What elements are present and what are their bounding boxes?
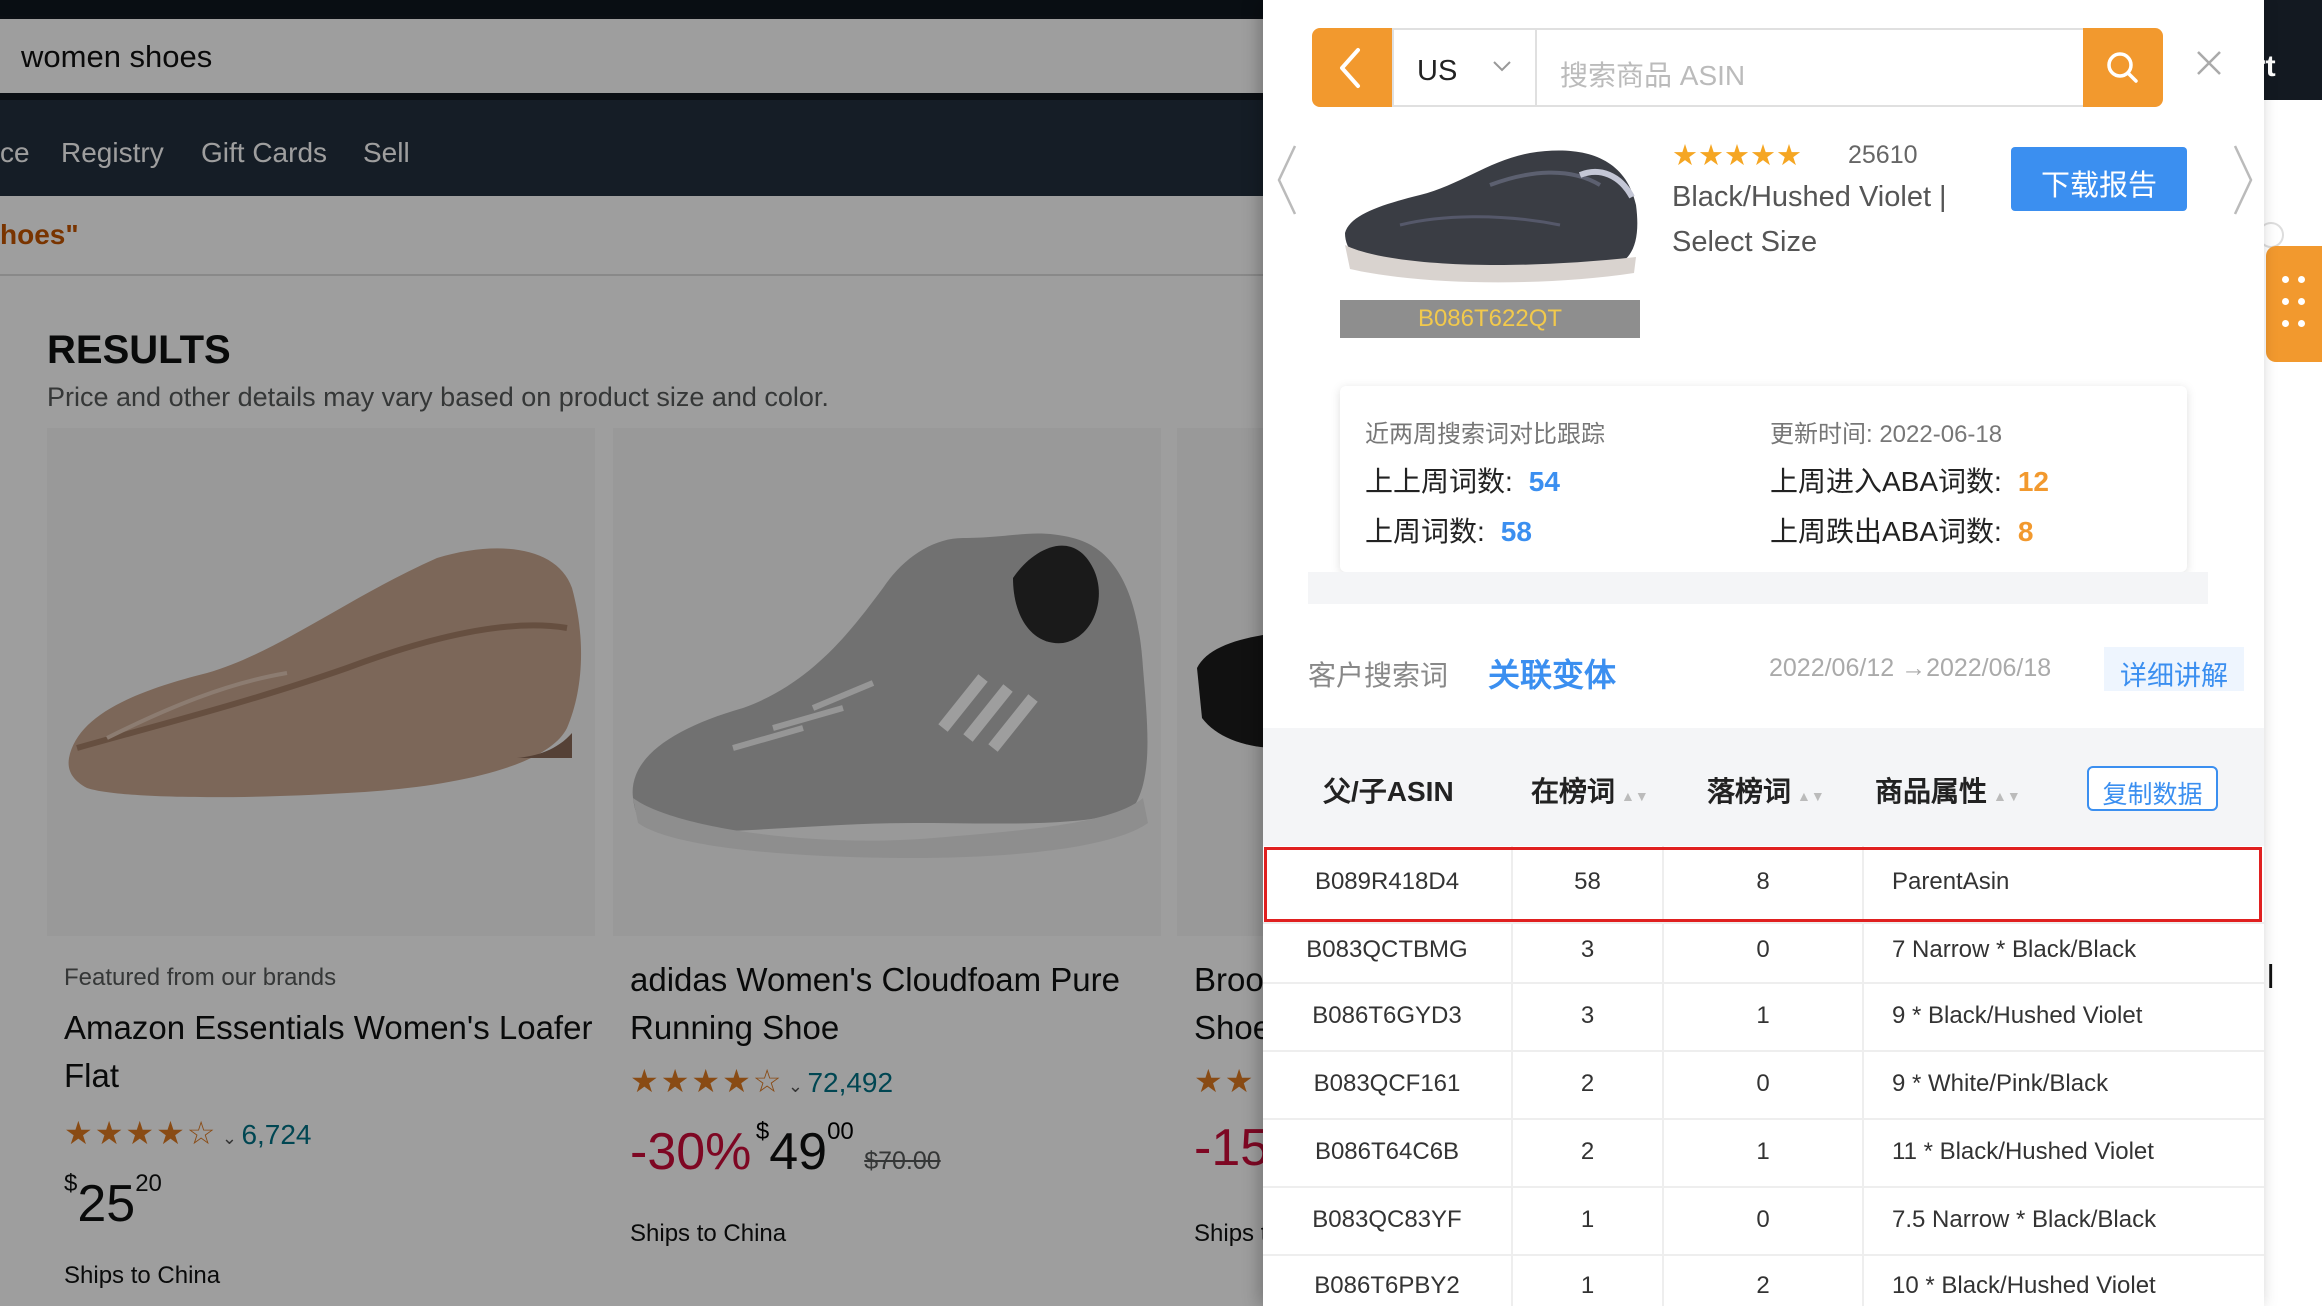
stat-value: 8 [2017,516,2034,547]
stat-value: 58 [1500,516,1532,547]
extension-drag-handle[interactable] [2266,246,2322,362]
chevron-left-icon[interactable] [1312,28,1392,107]
product-thumbnail[interactable] [1340,145,1640,300]
close-icon[interactable] [2194,48,2224,78]
chevron-down-icon[interactable] [1490,52,1514,82]
row-attribute: 11 * Black/Hushed Violet [1892,1138,2154,1165]
stat-label: 上周进入ABA词数: [1770,466,2002,497]
column-header-label: 在榜词 [1531,776,1616,807]
row-asin[interactable]: B089R418D4 [1263,868,1511,896]
sort-icon[interactable]: ▲▼ [1993,788,2021,804]
chevron-left-icon[interactable] [1271,140,1301,220]
row-ranked-count: 2 [1580,1138,1595,1165]
table-row[interactable]: B083QCF161 2 0 9 * White/Pink/Black [1263,1052,2264,1120]
stat-last-week: 上周词数: 58 [1365,510,1532,550]
stat-prev-prev-week: 上上周词数: 54 [1365,460,1560,500]
row-ranked-count: 1 [1580,1272,1595,1299]
stat-entered-aba: 上周进入ABA词数: 12 [1770,460,2049,500]
row-asin[interactable]: B086T6GYD3 [1263,1002,1511,1030]
chevron-right-icon[interactable] [2229,140,2259,220]
row-ranked-count: 3 [1580,936,1595,963]
tab-customer-search-terms[interactable]: 客户搜索词 [1308,654,1448,694]
page-right-edge: rt l [2254,0,2322,1306]
search-button[interactable] [2083,28,2163,107]
row-attribute: ParentAsin [1892,868,2010,895]
column-header-asin[interactable]: 父/子ASIN [1323,770,1454,810]
grip-dots-icon[interactable] [2282,276,2308,332]
row-attribute: 9 * Black/Hushed Violet [1892,1002,2143,1029]
table-row[interactable]: B086T64C6B 2 1 11 * Black/Hushed Violet [1263,1120,2264,1188]
table-row[interactable]: B083QCTBMG 3 0 7 Narrow * Black/Black [1263,924,2264,984]
product-variant-name: Black/Hushed Violet | Select Size [1672,175,1972,265]
table-row[interactable]: B089R418D4 58 8 ParentAsin [1263,846,2264,924]
row-ranked-count: 58 [1574,868,1601,895]
panel-tabs: 客户搜索词 关联变体 2022/06/12 →2022/06/18 详细讲解 [1308,647,2244,700]
column-header-dropped[interactable]: 落榜词 ▲▼ [1707,770,1825,810]
stat-label: 上周词数: [1365,516,1485,547]
product-name-line: Select Size [1672,226,1818,258]
stats-card-footer [1308,572,2208,604]
row-attribute: 10 * Black/Hushed Violet [1892,1272,2156,1299]
row-dropped-count: 0 [1756,1206,1770,1233]
row-dropped-count: 1 [1756,1138,1770,1165]
copy-data-button[interactable]: 复制数据 [2087,766,2218,811]
asin-analysis-panel: US 搜索商品 ASIN B086T622QT ★★★★★ 25610 Blac… [1263,0,2264,1306]
row-dropped-count: 1 [1756,1002,1770,1029]
review-count: 25610 [1848,141,1918,169]
row-dropped-count: 2 [1756,1272,1770,1299]
column-header-label: 父/子ASIN [1323,776,1454,807]
column-header-label: 落榜词 [1707,776,1792,807]
table-row[interactable]: B086T6PBY2 1 2 10 * Black/Hushed Violet [1263,1256,2264,1306]
partial-card-text: l [2267,958,2275,995]
date-range: 2022/06/12 →2022/06/18 [1769,654,2052,682]
variants-table-header: 父/子ASIN 在榜词 ▲▼ 落榜词 ▲▼ 商品属性 ▲▼ 复制数据 [1263,728,2264,846]
table-row[interactable]: B086T6GYD3 3 1 9 * Black/Hushed Violet [1263,984,2264,1052]
marketplace-value[interactable]: US [1417,55,1457,87]
rating-stars-icon: ★★★★★ [1672,140,1802,172]
row-ranked-count: 1 [1580,1206,1595,1233]
row-ranked-count: 2 [1580,1070,1595,1097]
stat-label: 上上周词数: [1365,466,1513,497]
detailed-explanation-link[interactable]: 详细讲解 [2104,647,2244,691]
row-asin[interactable]: B083QC83YF [1263,1206,1511,1234]
column-header-label: 商品属性 [1875,776,1988,807]
back-button[interactable] [1312,28,1392,107]
stat-label: 上周跌出ABA词数: [1770,516,2002,547]
column-header-attributes[interactable]: 商品属性 ▲▼ [1875,770,2021,810]
stat-value: 54 [1528,466,1560,497]
row-dropped-count: 0 [1756,936,1770,963]
product-name-line: Black/Hushed Violet | [1672,181,1947,213]
row-asin[interactable]: B086T64C6B [1263,1138,1511,1166]
row-asin[interactable]: B083QCTBMG [1263,936,1511,964]
table-row[interactable]: B083QC83YF 1 0 7.5 Narrow * Black/Black [1263,1188,2264,1256]
product-asin-tag: B086T622QT [1340,300,1640,338]
marketplace-select[interactable]: US [1392,28,1535,107]
row-asin[interactable]: B086T6PBY2 [1263,1272,1511,1300]
row-attribute: 7 Narrow * Black/Black [1892,936,2137,963]
sort-icon[interactable]: ▲▼ [1797,788,1825,804]
row-dropped-count: 8 [1756,868,1770,895]
search-icon[interactable] [2083,28,2163,107]
stat-value: 12 [2017,466,2049,497]
stats-caption: 近两周搜索词对比跟踪 [1365,421,1605,448]
download-report-button[interactable]: 下载报告 [2011,147,2187,211]
row-attribute: 7.5 Narrow * Black/Black [1892,1206,2157,1233]
stat-dropped-aba: 上周跌出ABA词数: 8 [1770,510,2033,550]
row-asin[interactable]: B083QCF161 [1263,1070,1511,1098]
tab-related-variants[interactable]: 关联变体 [1488,650,1616,696]
row-attribute: 9 * White/Pink/Black [1892,1070,2109,1097]
column-header-ranked[interactable]: 在榜词 ▲▼ [1531,770,1649,810]
sort-icon[interactable]: ▲▼ [1621,788,1649,804]
row-dropped-count: 0 [1756,1070,1770,1097]
asin-search-input[interactable]: 搜索商品 ASIN [1535,28,2085,107]
row-ranked-count: 3 [1580,1002,1595,1029]
keyword-stats-card: 近两周搜索词对比跟踪 更新时间: 2022-06-18 上上周词数: 54 上周词… [1340,386,2187,572]
stats-updated-time: 更新时间: 2022-06-18 [1770,421,2003,448]
